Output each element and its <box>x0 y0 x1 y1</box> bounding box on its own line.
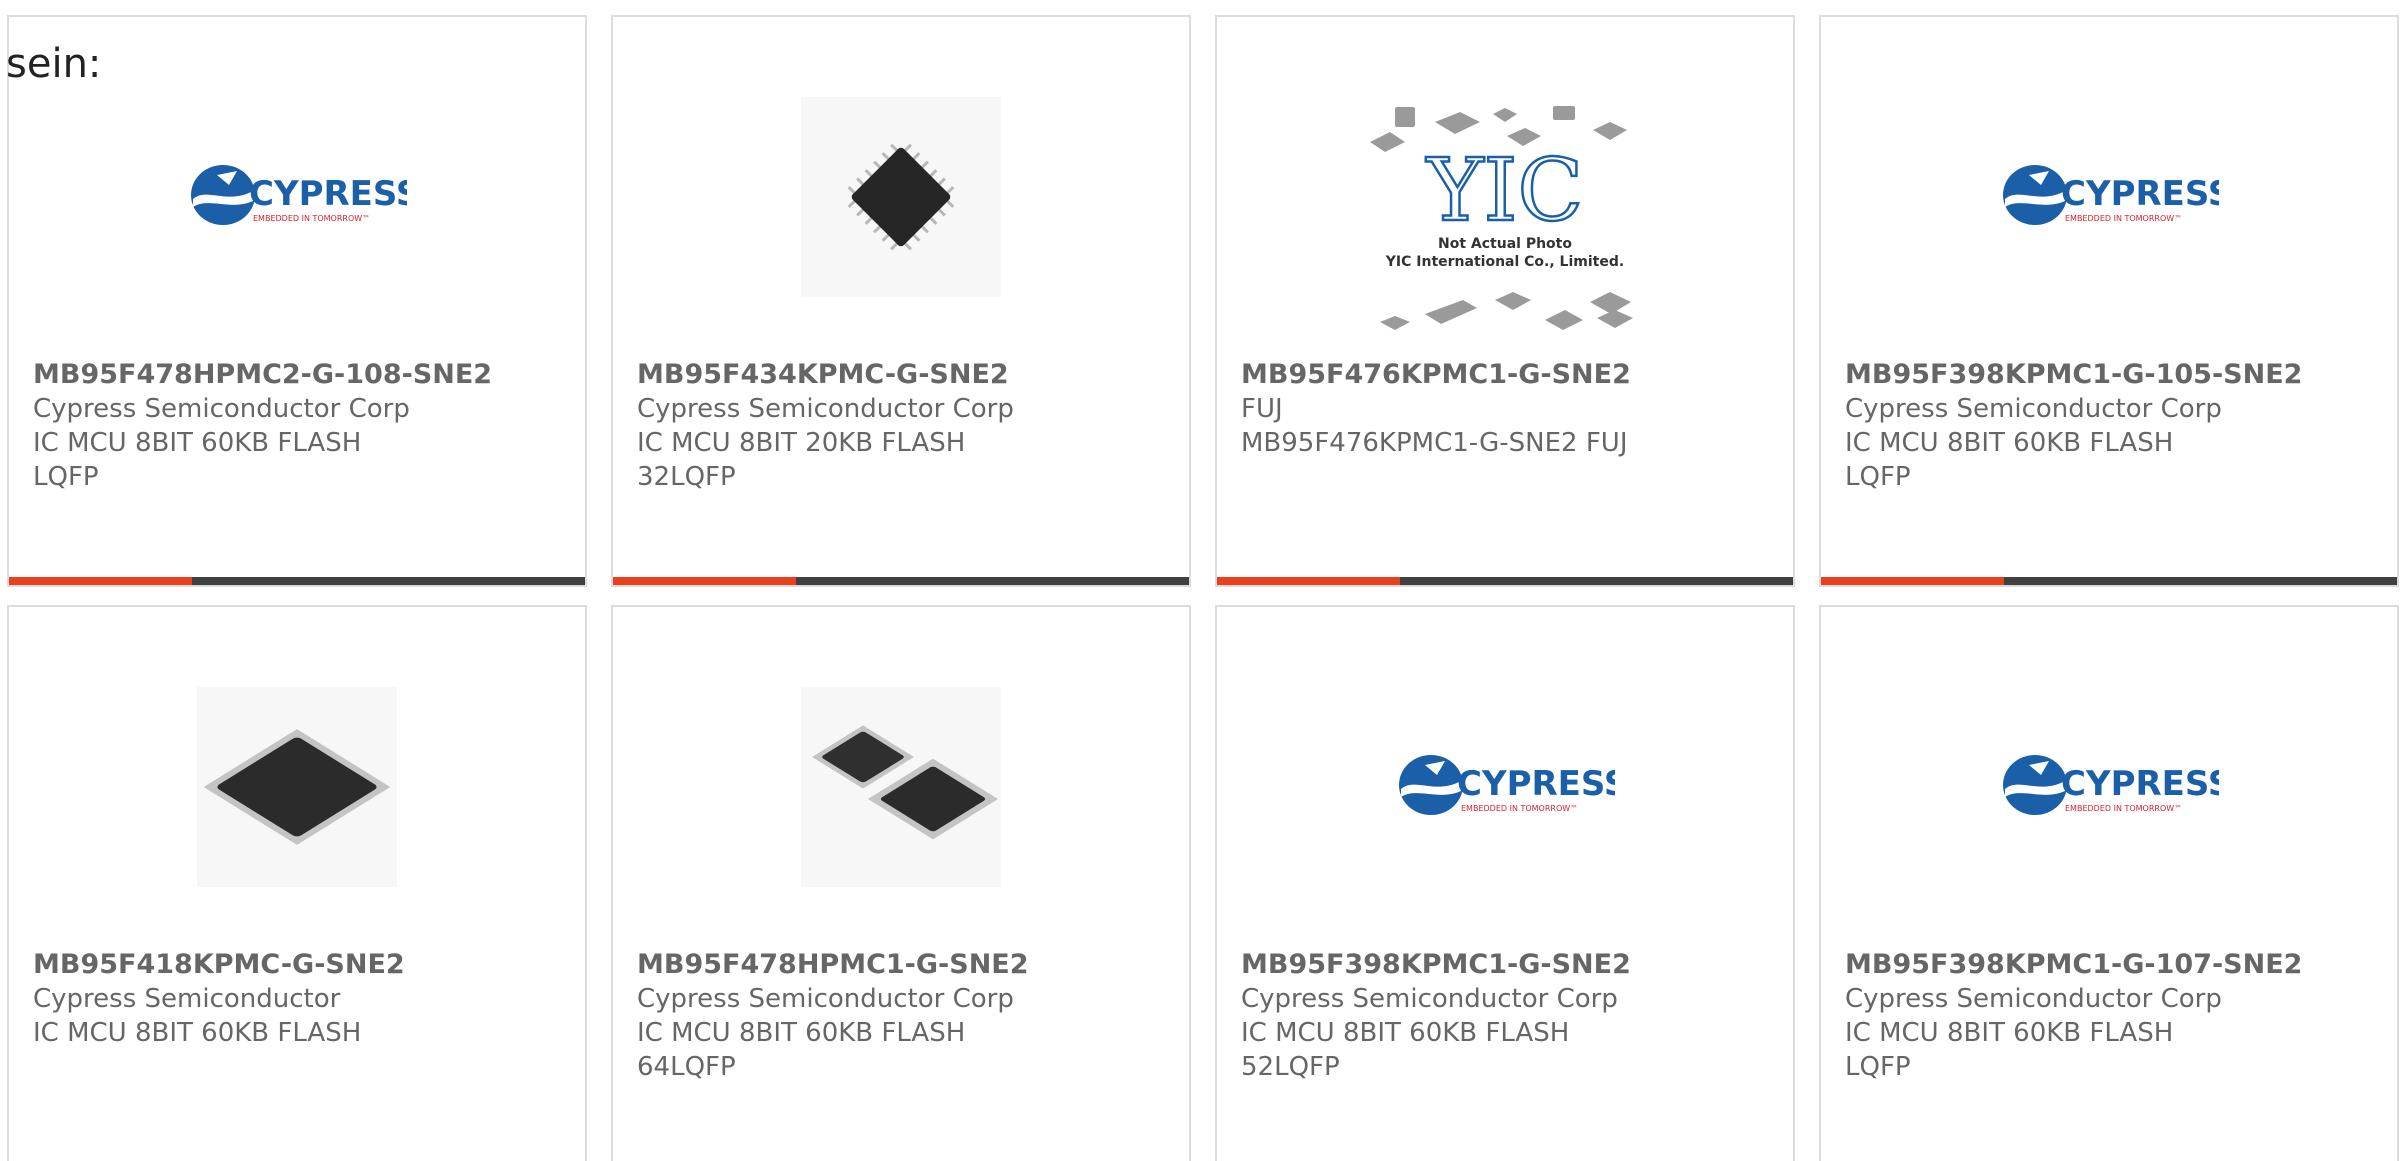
manufacturer: Cypress Semiconductor Corp <box>637 394 1014 424</box>
product-card[interactable]: CYPRESS EMBEDDED IN TOMORROW™ MB95F398KP… <box>1215 605 1795 1161</box>
product-image[interactable]: CYPRESS EMBEDDED IN TOMORROW™ <box>1821 677 2397 897</box>
svg-text:CYPRESS: CYPRESS <box>249 174 407 214</box>
intro-text: sein: <box>6 41 102 87</box>
manufacturer: Cypress Semiconductor Corp <box>1845 394 2222 424</box>
chip-photo <box>801 687 1001 887</box>
svg-text:EMBEDDED IN TOMORROW™: EMBEDDED IN TOMORROW™ <box>253 214 370 223</box>
part-number[interactable]: MB95F418KPMC-G-SNE2 <box>33 948 561 982</box>
svg-text:CYPRESS: CYPRESS <box>2061 764 2219 804</box>
part-number[interactable]: MB95F398KPMC1-G-105-SNE2 <box>1845 358 2373 392</box>
product-image[interactable]: CYPRESS EMBEDDED IN TOMORROW™ <box>1821 87 2397 307</box>
product-image[interactable]: CYPRESS EMBEDDED IN TOMORROW™ <box>9 87 585 307</box>
description: IC MCU 8BIT 60KB FLASH 52LQFP <box>1241 1018 1570 1082</box>
product-image[interactable] <box>9 677 585 897</box>
description: IC MCU 8BIT 60KB FLASH LQFP <box>33 428 362 492</box>
cypress-logo: CYPRESS EMBEDDED IN TOMORROW™ <box>1399 755 1615 815</box>
svg-text:EMBEDDED IN TOMORROW™: EMBEDDED IN TOMORROW™ <box>2065 804 2182 813</box>
part-number[interactable]: MB95F476KPMC1-G-SNE2 <box>1241 358 1769 392</box>
cypress-logo: CYPRESS EMBEDDED IN TOMORROW™ <box>2003 755 2219 815</box>
svg-text:CYPRESS: CYPRESS <box>1457 764 1615 804</box>
cypress-logo: CYPRESS EMBEDDED IN TOMORROW™ <box>2003 165 2219 225</box>
card-bottom-bar <box>1217 577 1793 585</box>
description: MB95F476KPMC1-G-SNE2 FUJ <box>1241 428 1628 458</box>
description: IC MCU 8BIT 60KB FLASH LQFP <box>1845 1018 2174 1082</box>
part-number[interactable]: MB95F398KPMC1-G-SNE2 <box>1241 948 1769 982</box>
product-image[interactable] <box>613 87 1189 307</box>
part-number[interactable]: MB95F398KPMC1-G-107-SNE2 <box>1845 948 2373 982</box>
svg-text:Not Actual Photo: Not Actual Photo <box>1438 236 1572 252</box>
svg-text:YIC International Co., Limited: YIC International Co., Limited. <box>1385 254 1624 270</box>
product-card[interactable]: YIC Not Actual Photo YIC International C… <box>1215 15 1795 587</box>
manufacturer: Cypress Semiconductor <box>33 984 341 1014</box>
description: IC MCU 8BIT 60KB FLASH LQFP <box>1845 428 2174 492</box>
svg-text:EMBEDDED IN TOMORROW™: EMBEDDED IN TOMORROW™ <box>1461 804 1578 813</box>
manufacturer: Cypress Semiconductor Corp <box>1845 984 2222 1014</box>
cypress-logo: CYPRESS EMBEDDED IN TOMORROW™ <box>191 165 407 225</box>
card-bottom-bar <box>613 577 1189 585</box>
product-image[interactable] <box>613 677 1189 897</box>
description: IC MCU 8BIT 60KB FLASH 64LQFP <box>637 1018 966 1082</box>
description: IC MCU 8BIT 20KB FLASH 32LQFP <box>637 428 966 492</box>
yic-placeholder-image: YIC Not Actual Photo YIC International C… <box>1370 106 1633 330</box>
product-image[interactable]: CYPRESS EMBEDDED IN TOMORROW™ <box>1217 677 1793 897</box>
manufacturer: FUJ <box>1241 394 1283 424</box>
product-card[interactable]: CYPRESS EMBEDDED IN TOMORROW™ MB95F398KP… <box>1819 15 2399 587</box>
chip-photo <box>801 97 1001 297</box>
card-bottom-bar <box>1821 577 2397 585</box>
product-grid-page: sein: CYPRESS EMBEDDED IN TOMORROW™ MB95… <box>0 0 2400 1161</box>
chip-photo <box>197 687 397 887</box>
part-number[interactable]: MB95F434KPMC-G-SNE2 <box>637 358 1165 392</box>
description: IC MCU 8BIT 60KB FLASH <box>33 1018 362 1048</box>
manufacturer: Cypress Semiconductor Corp <box>637 984 1014 1014</box>
product-card[interactable]: MB95F478HPMC1-G-SNE2 Cypress Semiconduct… <box>611 605 1191 1161</box>
card-bottom-bar <box>9 577 585 585</box>
product-card[interactable]: CYPRESS EMBEDDED IN TOMORROW™ MB95F478HP… <box>7 15 587 587</box>
product-card[interactable]: MB95F418KPMC-G-SNE2 Cypress Semiconducto… <box>7 605 587 1161</box>
part-number[interactable]: MB95F478HPMC1-G-SNE2 <box>637 948 1165 982</box>
product-card[interactable]: MB95F434KPMC-G-SNE2 Cypress Semiconducto… <box>611 15 1191 587</box>
svg-text:YIC: YIC <box>1426 141 1584 241</box>
product-card[interactable]: CYPRESS EMBEDDED IN TOMORROW™ MB95F398KP… <box>1819 605 2399 1161</box>
part-number[interactable]: MB95F478HPMC2-G-108-SNE2 <box>33 358 561 392</box>
svg-text:CYPRESS: CYPRESS <box>2061 174 2219 214</box>
manufacturer: Cypress Semiconductor Corp <box>33 394 410 424</box>
svg-text:EMBEDDED IN TOMORROW™: EMBEDDED IN TOMORROW™ <box>2065 214 2182 223</box>
manufacturer: Cypress Semiconductor Corp <box>1241 984 1618 1014</box>
product-grid: CYPRESS EMBEDDED IN TOMORROW™ MB95F478HP… <box>7 15 2399 1161</box>
product-image[interactable]: YIC Not Actual Photo YIC International C… <box>1217 102 1793 362</box>
